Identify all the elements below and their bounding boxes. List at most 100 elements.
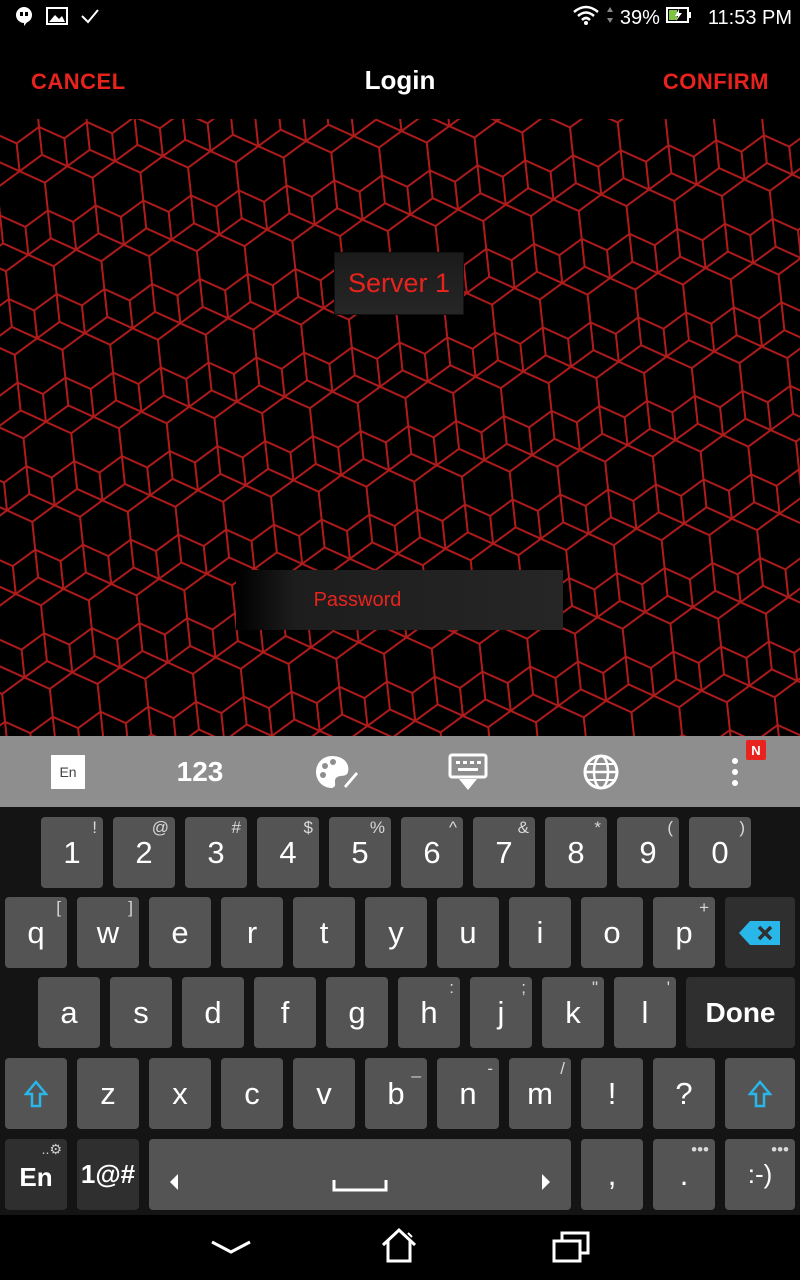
- key-label: 0: [711, 834, 729, 870]
- key-u[interactable]: u: [437, 897, 499, 968]
- comma-key[interactable]: ,: [581, 1139, 643, 1210]
- key-label: p: [675, 914, 693, 950]
- symbols-key[interactable]: 1@#: [77, 1139, 139, 1210]
- key-9[interactable]: 9(: [617, 817, 679, 888]
- confirm-button[interactable]: CONFIRM: [663, 69, 769, 95]
- key-t[interactable]: t: [293, 897, 355, 968]
- key-label: b: [387, 1075, 405, 1111]
- key-label: q: [27, 914, 45, 950]
- key-label: l: [641, 994, 649, 1030]
- key-f[interactable]: f: [254, 977, 316, 1048]
- emoticon-key[interactable]: :-) •••: [725, 1139, 795, 1210]
- keyboard-toolbar: En 123 N: [0, 736, 800, 807]
- key-hint: $: [303, 818, 313, 837]
- key-i[interactable]: i: [509, 897, 571, 968]
- battery-charging-icon: [665, 5, 692, 31]
- key-label: e: [171, 914, 189, 950]
- key-hint: +: [699, 898, 709, 917]
- key-v[interactable]: v: [293, 1058, 355, 1129]
- key-8[interactable]: 8 *: [545, 817, 607, 888]
- key-x[interactable]: x: [149, 1058, 211, 1129]
- key-hint: _: [411, 1059, 421, 1078]
- key-label: 2: [135, 834, 153, 870]
- back-chevron-icon[interactable]: [210, 1239, 252, 1260]
- key-b[interactable]: b _: [365, 1058, 427, 1129]
- backspace-key[interactable]: [725, 897, 795, 968]
- key-label: ?: [675, 1075, 693, 1111]
- key-question[interactable]: ?: [653, 1058, 715, 1129]
- key-label: 8: [567, 834, 585, 870]
- server-select-button[interactable]: Server 1: [334, 252, 464, 315]
- key-s[interactable]: s: [110, 977, 172, 1048]
- key-label: w: [96, 914, 120, 950]
- key-hint: /: [560, 1059, 565, 1078]
- key-label: g: [348, 994, 366, 1030]
- numbers-toggle[interactable]: 123: [160, 736, 240, 807]
- key-l[interactable]: l ': [614, 977, 676, 1048]
- shift-key-left[interactable]: [5, 1058, 67, 1129]
- key-label: En: [19, 1162, 53, 1192]
- key-label: :-): [747, 1159, 773, 1189]
- hide-keyboard-icon[interactable]: [446, 736, 490, 807]
- key-j[interactable]: j;: [470, 977, 532, 1048]
- key-q[interactable]: q[: [5, 897, 67, 968]
- hexagon-background: [0, 119, 800, 736]
- recent-apps-icon[interactable]: [552, 1231, 590, 1268]
- more-dots-icon: •••: [771, 1140, 789, 1159]
- key-label: k: [565, 994, 581, 1030]
- key-exclamation[interactable]: !: [581, 1058, 643, 1129]
- done-key[interactable]: Done: [686, 977, 795, 1048]
- key-m[interactable]: m /: [509, 1058, 571, 1129]
- key-n[interactable]: n-: [437, 1058, 499, 1129]
- key-label: 1: [63, 834, 81, 870]
- key-label: y: [388, 914, 404, 950]
- key-2[interactable]: 2 @: [113, 817, 175, 888]
- key-0[interactable]: 0): [689, 817, 751, 888]
- more-dots-icon: •••: [691, 1140, 709, 1159]
- wifi-icon: [572, 4, 600, 32]
- key-g[interactable]: g: [326, 977, 388, 1048]
- language-badge[interactable]: En: [51, 754, 85, 789]
- key-d[interactable]: d: [182, 977, 244, 1048]
- globe-icon[interactable]: [580, 736, 622, 807]
- key-hint: ^: [449, 818, 457, 837]
- navigation-bar: [0, 1215, 800, 1280]
- password-field[interactable]: Password: [236, 570, 563, 630]
- key-1[interactable]: 1!: [41, 817, 103, 888]
- home-icon[interactable]: [380, 1227, 418, 1268]
- shift-key-right[interactable]: [725, 1058, 795, 1129]
- key-w[interactable]: w]: [77, 897, 139, 968]
- shift-icon: [24, 1079, 48, 1107]
- key-label: 7: [495, 834, 513, 870]
- key-label: 6: [423, 834, 441, 870]
- clock: 11:53 PM: [707, 6, 792, 29]
- key-label: 3: [207, 834, 225, 870]
- key-k[interactable]: k ": [542, 977, 604, 1048]
- key-o[interactable]: o: [581, 897, 643, 968]
- key-label: 5: [351, 834, 369, 870]
- key-c[interactable]: c: [221, 1058, 283, 1129]
- key-hint: &: [517, 818, 529, 837]
- key-a[interactable]: a: [38, 977, 100, 1048]
- key-3[interactable]: 3 #: [185, 817, 247, 888]
- key-y[interactable]: y: [365, 897, 427, 968]
- key-label: ,: [607, 1156, 617, 1192]
- key-label: i: [536, 914, 544, 950]
- language-key[interactable]: En ..⚙: [5, 1139, 67, 1210]
- period-key[interactable]: . •••: [653, 1139, 715, 1210]
- key-p[interactable]: p +: [653, 897, 715, 968]
- key-label: c: [244, 1075, 260, 1111]
- key-5[interactable]: 5%: [329, 817, 391, 888]
- key-4[interactable]: 4 $: [257, 817, 319, 888]
- shift-icon: [748, 1079, 772, 1107]
- key-7[interactable]: 7 &: [473, 817, 535, 888]
- key-hint: #: [231, 818, 241, 837]
- theme-palette-icon[interactable]: [312, 736, 362, 807]
- key-6[interactable]: 6 ^: [401, 817, 463, 888]
- key-h[interactable]: h:: [398, 977, 460, 1048]
- key-e[interactable]: e: [149, 897, 211, 968]
- key-label: a: [60, 994, 78, 1030]
- space-key[interactable]: [149, 1139, 571, 1210]
- key-z[interactable]: z: [77, 1058, 139, 1129]
- key-r[interactable]: r: [221, 897, 283, 968]
